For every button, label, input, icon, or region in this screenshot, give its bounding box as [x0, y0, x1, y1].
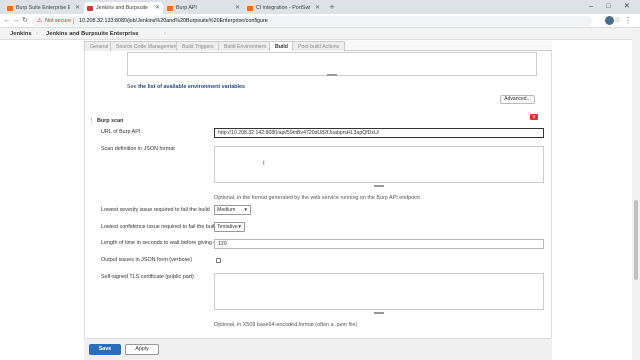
- apply-button[interactable]: Apply: [125, 344, 159, 355]
- back-icon[interactable]: ←: [3, 16, 11, 26]
- section-title: Burp scan: [97, 118, 124, 124]
- chevron-down-icon: ▼: [237, 224, 242, 229]
- confidence-label: Lowest confidence issue required to fail…: [101, 224, 218, 230]
- text-cursor-icon: I: [263, 161, 265, 167]
- reload-icon[interactable]: ↻: [21, 16, 29, 26]
- shell-command-textarea[interactable]: [127, 52, 537, 76]
- confidence-select[interactable]: Tentative ▼: [214, 222, 245, 232]
- divider: [73, 18, 74, 24]
- browser-tab-burp-enterprise[interactable]: Burp Suite Enterprise Edition ✕: [4, 2, 83, 14]
- tab-post-build-actions[interactable]: Post-build Actions: [292, 41, 346, 51]
- resize-grip-icon[interactable]: [327, 74, 337, 76]
- burp-api-url-input[interactable]: http://10.208.32.142:8080/api/59mBv4720d…: [214, 128, 544, 138]
- close-tab-icon[interactable]: ✕: [235, 2, 240, 14]
- browser-tab-burp-api[interactable]: Burp API ✕: [164, 2, 243, 14]
- breadcrumb-job[interactable]: Jenkins and Burpsuite Enterprise: [46, 28, 138, 40]
- chevron-down-icon: ▼: [243, 207, 248, 212]
- json-label: Scan definition in JSON format: [101, 146, 175, 152]
- close-tab-icon[interactable]: ✕: [315, 2, 320, 14]
- wait-seconds-input[interactable]: 120: [214, 239, 544, 249]
- not-secure-label: Not secure: [45, 18, 72, 24]
- jenkins-favicon-icon: [87, 5, 93, 11]
- browser-tab-jenkins[interactable]: Jenkins and Burpsuite Ent... ✕: [84, 2, 163, 14]
- browser-tab-ci-integration[interactable]: CI integration - PortSwigg... ✕: [244, 2, 323, 14]
- browser-tab-strip: Burp Suite Enterprise Edition ✕ Jenkins …: [0, 0, 640, 14]
- cert-help-text: Optional, in X509 base64-encoded format …: [214, 322, 358, 328]
- severity-select[interactable]: Medium ▼: [214, 205, 251, 215]
- resize-grip-icon[interactable]: [374, 312, 384, 314]
- warning-icon: ⚠: [37, 18, 42, 24]
- url-text[interactable]: 10.208.32.133:8080/job/Jenkins%20and%20B…: [79, 16, 268, 26]
- verbose-checkbox[interactable]: [216, 258, 221, 263]
- new-tab-button[interactable]: +: [327, 2, 337, 12]
- bookmark-star-icon[interactable]: ☆: [614, 16, 620, 26]
- severity-label: Lowest severity issue required to fail t…: [101, 207, 210, 213]
- close-tab-icon[interactable]: ✕: [155, 2, 160, 14]
- config-tab-bar: General Source Code Management Build Tri…: [84, 41, 552, 51]
- tab-source-code-management[interactable]: Source Code Management: [110, 41, 184, 51]
- breadcrumb-separator-icon: ›: [36, 31, 38, 37]
- drag-handle-icon[interactable]: [91, 118, 95, 124]
- verbose-label: Output issues in JSON form (verbose): [101, 257, 193, 263]
- tls-certificate-textarea[interactable]: [214, 273, 544, 310]
- scrollbar-thumb[interactable]: [634, 200, 638, 280]
- resize-grip-icon[interactable]: [374, 185, 384, 187]
- save-button[interactable]: Save: [89, 344, 121, 355]
- breadcrumb-jenkins[interactable]: Jenkins: [10, 28, 32, 40]
- delete-step-button[interactable]: X: [530, 114, 538, 120]
- breadcrumb-separator-icon: ›: [164, 31, 166, 37]
- close-tab-icon[interactable]: ✕: [75, 2, 80, 14]
- profile-avatar[interactable]: [605, 16, 614, 25]
- cert-label: Self-signed TLS certificate (public part…: [101, 274, 194, 280]
- json-help-text: Optional, in the format generated by the…: [214, 195, 420, 201]
- wait-label: Length of time in seconds to wait before…: [101, 240, 220, 246]
- advanced-button[interactable]: Advanced...: [500, 95, 535, 104]
- omnibox[interactable]: ⚠ Not secure 10.208.32.133:8080/job/Jenk…: [32, 16, 620, 26]
- address-bar: ← → ↻ ⚠ Not secure 10.208.32.133:8080/jo…: [0, 14, 640, 28]
- breadcrumb: Jenkins › Jenkins and Burpsuite Enterpri…: [0, 28, 640, 40]
- tab-build-environment[interactable]: Build Environment: [218, 41, 273, 51]
- env-vars-note: See the list of available environment va…: [127, 84, 246, 90]
- url-label: URL of Burp API: [101, 129, 141, 135]
- forward-icon[interactable]: →: [12, 16, 20, 26]
- config-panel: [84, 51, 552, 360]
- tab-build[interactable]: Build: [269, 41, 294, 51]
- burp-favicon-icon: [167, 5, 173, 11]
- maximize-button[interactable]: □: [606, 2, 610, 12]
- close-window-button[interactable]: ✕: [624, 2, 630, 12]
- minimize-button[interactable]: –: [589, 2, 593, 12]
- burp-favicon-icon: [7, 5, 13, 11]
- portswigger-favicon-icon: [247, 5, 253, 11]
- tab-build-triggers[interactable]: Build Triggers: [176, 41, 220, 51]
- env-vars-link[interactable]: the list of available environment variab…: [138, 84, 245, 90]
- browser-menu-icon[interactable]: ⋮: [624, 16, 632, 25]
- page-scrollbar[interactable]: [632, 29, 640, 360]
